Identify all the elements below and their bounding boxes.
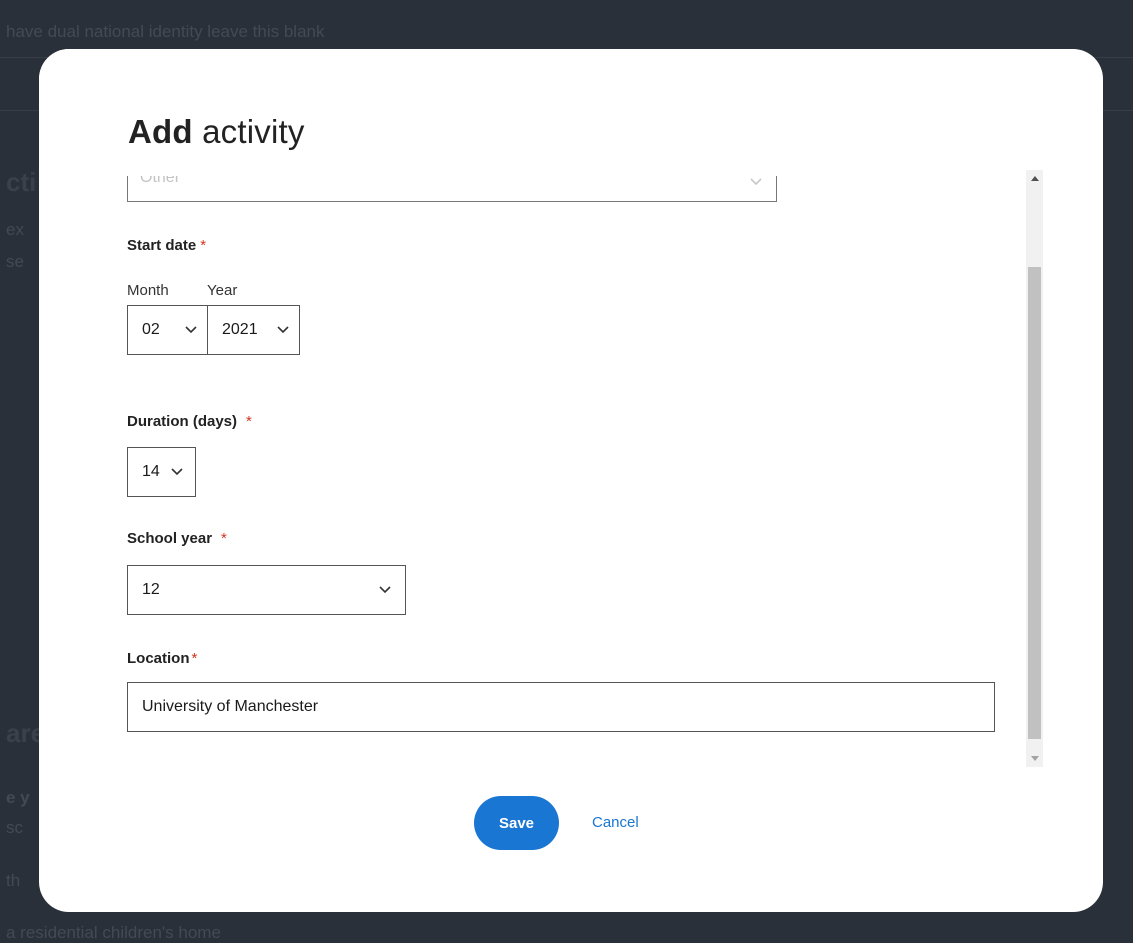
start-date-label: Start date * <box>127 237 206 254</box>
add-activity-modal: Other Add activity Start date * Month Yea… <box>39 49 1103 912</box>
month-label: Month <box>127 282 169 299</box>
duration-label-text: Duration (days) <box>127 413 238 430</box>
chevron-down-icon <box>277 326 289 334</box>
duration-value: 14 <box>142 463 160 480</box>
location-label: Location * <box>127 650 197 667</box>
school-year-label-text: School year <box>127 530 213 547</box>
modal-scrollbar[interactable] <box>1026 170 1043 767</box>
duration-label: Duration (days) * <box>127 413 252 430</box>
modal-title-bold: Add <box>128 113 193 150</box>
duration-select[interactable]: 14 <box>127 447 196 497</box>
school-year-select[interactable]: 12 <box>127 565 406 615</box>
background-text: se <box>6 252 24 271</box>
start-month-value: 02 <box>142 321 160 338</box>
start-month-select[interactable]: 02 <box>127 305 208 355</box>
modal-title: Add activity <box>128 113 305 151</box>
scroll-down-arrow-icon[interactable] <box>1026 750 1043 767</box>
school-year-label: School year * <box>127 530 227 547</box>
start-year-select[interactable]: 2021 <box>207 305 300 355</box>
year-label: Year <box>207 282 238 299</box>
required-marker: * <box>191 650 198 667</box>
chevron-down-icon <box>185 326 197 334</box>
background-heading: cti <box>6 167 37 197</box>
chevron-down-icon <box>379 586 391 594</box>
background-text: th <box>6 871 21 890</box>
background-hint-text: have dual national identity leave this b… <box>6 22 325 41</box>
required-marker: * <box>221 530 227 547</box>
modal-title-rest: activity <box>192 113 305 150</box>
background-text: sc <box>6 818 23 837</box>
chevron-down-icon <box>171 468 183 476</box>
school-year-value: 12 <box>142 581 160 598</box>
scroll-up-arrow-icon[interactable] <box>1026 170 1043 187</box>
background-text: a residential children's home <box>6 923 221 942</box>
background-text: ex <box>6 220 24 239</box>
start-year-value: 2021 <box>222 321 258 338</box>
save-button[interactable]: Save <box>474 796 559 850</box>
required-marker: * <box>200 237 207 254</box>
start-date-label-text: Start date <box>127 237 197 254</box>
location-input[interactable]: University of Manchester <box>127 682 995 732</box>
location-label-text: Location <box>127 650 190 667</box>
location-value: University of Manchester <box>142 698 319 715</box>
scrollbar-thumb[interactable] <box>1028 267 1041 739</box>
background-text: e y <box>6 788 30 807</box>
required-marker: * <box>246 413 252 430</box>
cancel-link[interactable]: Cancel <box>592 814 639 831</box>
